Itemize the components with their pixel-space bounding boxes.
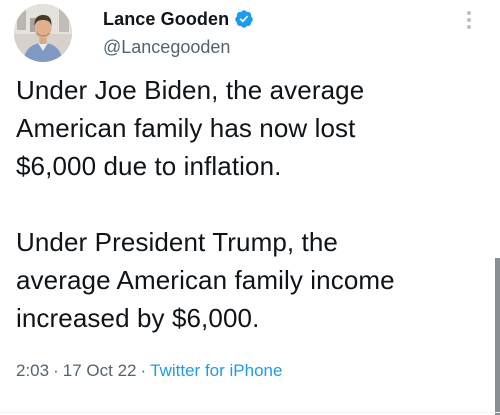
author-name-row: Lance Gooden bbox=[103, 7, 254, 31]
tweet-time[interactable]: 2:03 bbox=[16, 361, 49, 380]
tweet-meta: 2:03 · 17 Oct 22 · Twitter for iPhone bbox=[16, 361, 282, 381]
tweet-card: Lance Gooden @Lancegooden Under Joe Bide… bbox=[0, 0, 500, 415]
avatar-photo bbox=[14, 4, 72, 62]
tweet-text-line: American family has now lost bbox=[16, 113, 356, 143]
author-handle[interactable]: @Lancegooden bbox=[103, 37, 230, 58]
tweet-source-link[interactable]: Twitter for iPhone bbox=[150, 361, 282, 380]
meta-separator: · bbox=[140, 361, 147, 380]
tweet-date[interactable]: 17 Oct 22 bbox=[63, 361, 137, 380]
scrollbar[interactable] bbox=[495, 258, 500, 415]
more-dot bbox=[467, 11, 471, 15]
tweet-text-line: increased by $6,000. bbox=[16, 303, 260, 333]
verified-badge-icon bbox=[234, 9, 254, 29]
tweet-text-line: average American family income bbox=[16, 265, 395, 295]
tweet-text-line: Under President Trump, the bbox=[16, 227, 338, 257]
author-display-name[interactable]: Lance Gooden bbox=[103, 9, 229, 30]
tweet-text: Under Joe Biden, the average American fa… bbox=[16, 71, 486, 337]
meta-separator: · bbox=[53, 361, 59, 380]
tweet-text-line: $6,000 due to inflation. bbox=[16, 151, 282, 181]
more-options-icon[interactable] bbox=[463, 8, 475, 32]
more-dot bbox=[467, 25, 471, 29]
avatar[interactable] bbox=[14, 4, 72, 62]
more-dot bbox=[467, 18, 471, 22]
tweet-text-line: Under Joe Biden, the average bbox=[16, 75, 365, 105]
divider bbox=[0, 412, 500, 413]
